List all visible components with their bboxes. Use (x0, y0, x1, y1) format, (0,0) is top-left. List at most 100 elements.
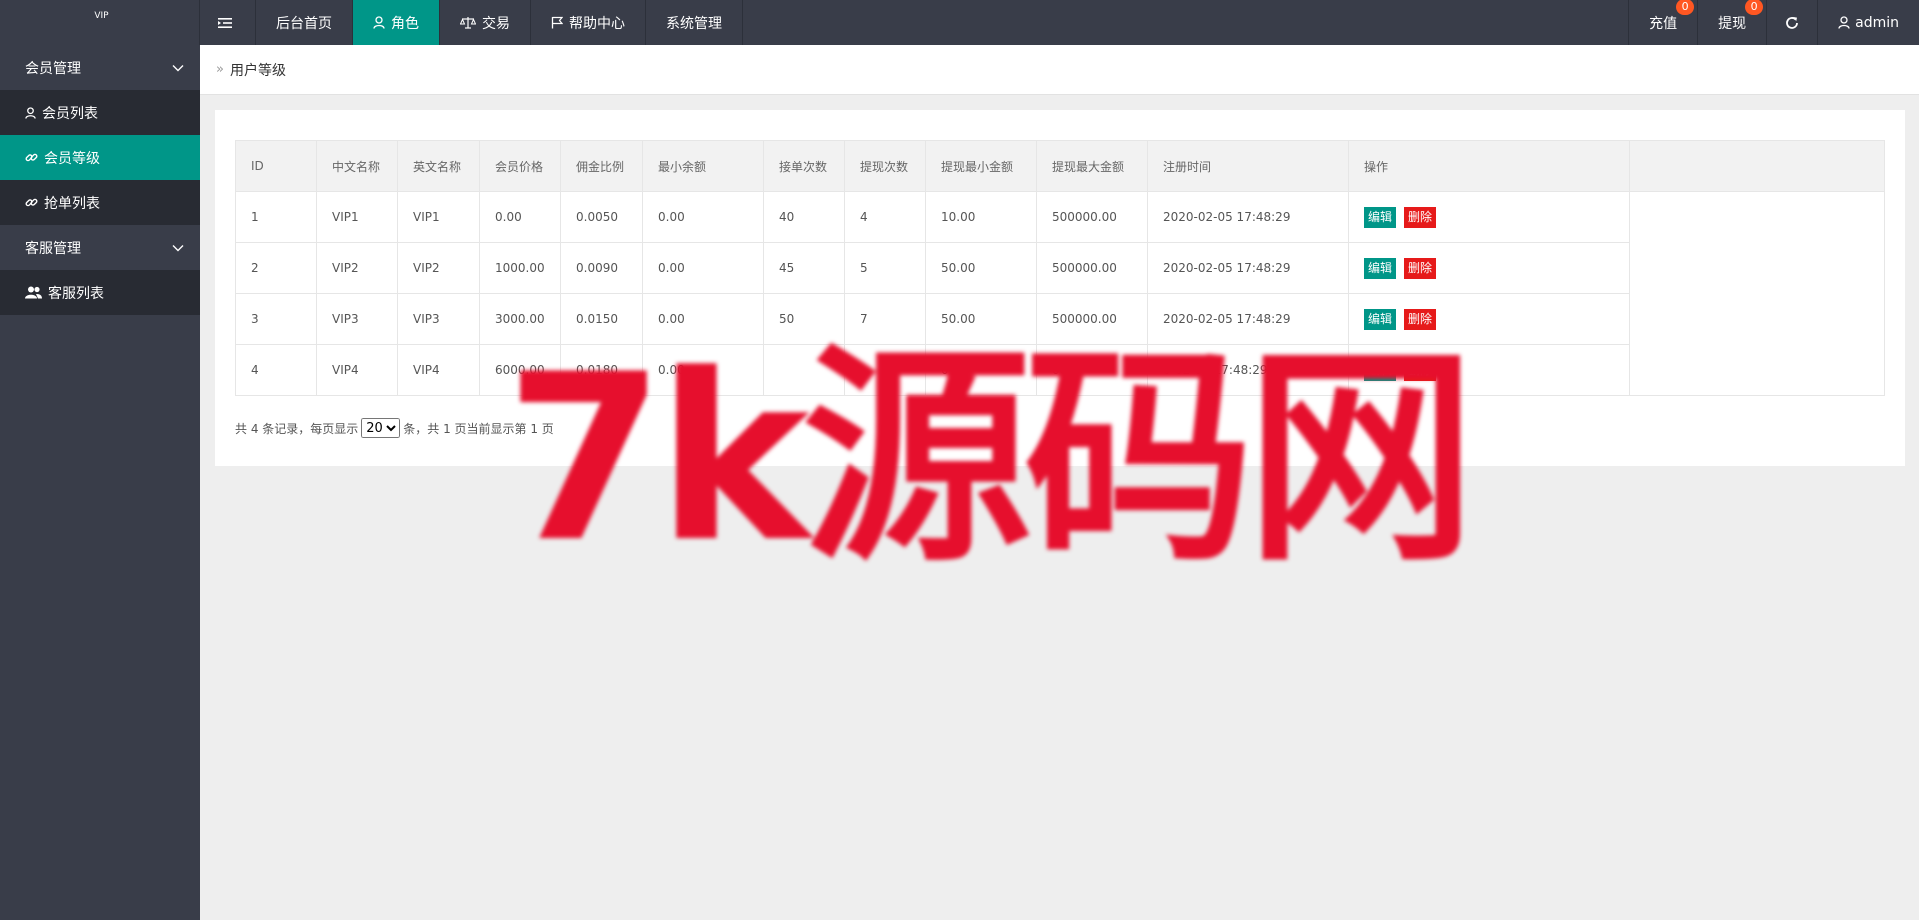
col-header-id: ID (235, 140, 317, 192)
edit-button[interactable]: 编辑 (1364, 257, 1397, 279)
cell: VIP2 (316, 242, 398, 294)
withdraw-count-badge: 0 (1745, 0, 1764, 15)
delete-button[interactable]: 删除 (1404, 359, 1437, 381)
cell: 40 (763, 191, 845, 243)
cell: 2020-02-05 17:48:29 (1147, 242, 1349, 294)
cell: 50.00 (925, 242, 1037, 294)
cell: 5 (844, 242, 926, 294)
pagination-suffix: 条，共 1 页当前显示第 1 页 (403, 421, 554, 436)
cell: 7 (844, 293, 926, 345)
edit-button[interactable]: 编辑 (1364, 359, 1397, 381)
users-icon (25, 286, 42, 299)
table-row: 4 VIP4 VIP4 6000.00 0.0180 0.00 0 00 0-0… (235, 344, 1885, 396)
chevron-down-icon (172, 64, 184, 71)
page-size-select[interactable]: 20 (361, 418, 401, 438)
nav-system-label: 系统管理 (666, 15, 722, 32)
cell: 500000.00 (1036, 242, 1148, 294)
sidebar-item-label: 会员列表 (42, 105, 98, 122)
sidebar-item-label: 抢单列表 (44, 195, 100, 212)
cell: 0.00 (642, 191, 764, 243)
logo-superscript: VIP (94, 11, 109, 21)
sidebar-item-grab-orders[interactable]: 抢单列表 (0, 180, 200, 225)
cell: 0 (925, 344, 1037, 396)
delete-button[interactable]: 删除 (1404, 308, 1437, 330)
col-header-order-count: 接单次数 (763, 140, 845, 192)
actions-cell: 编辑 删除 (1348, 293, 1630, 345)
nav-help[interactable]: 帮助中心 (531, 0, 646, 45)
cell: 1000.00 (479, 242, 561, 294)
cell: 3000.00 (479, 293, 561, 345)
cell (763, 344, 845, 396)
pagination: 共 4 条记录，每页显示 20 条，共 1 页当前显示第 1 页 (235, 418, 554, 438)
user-menu[interactable]: admin (1817, 0, 1919, 45)
sidebar-toggle-button[interactable] (200, 0, 256, 45)
empty-cell (1629, 191, 1885, 243)
empty-cell (1629, 293, 1885, 345)
col-header-min-balance: 最小余额 (642, 140, 764, 192)
cell: VIP4 (316, 344, 398, 396)
sidebar-item-label: 会员等级 (44, 150, 100, 167)
cell: 50.00 (925, 293, 1037, 345)
nav-help-label: 帮助中心 (569, 15, 625, 32)
cell: 0.0150 (560, 293, 643, 345)
menu-toggle-icon (217, 17, 232, 28)
edit-button[interactable]: 编辑 (1364, 308, 1397, 330)
cell: 2020-02-05 17:48:29 (1147, 293, 1349, 345)
member-level-table: ID 中文名称 英文名称 会员价格 佣金比例 最小余额 接单次数 提现次数 提现… (235, 140, 1885, 396)
logo[interactable]: VIP VIP (0, 0, 229, 66)
delete-button[interactable]: 删除 (1404, 206, 1437, 228)
cell: VIP3 (397, 293, 480, 345)
col-header-price: 会员价格 (479, 140, 561, 192)
recharge-count-badge: 0 (1676, 0, 1695, 15)
sidebar: 会员管理 会员列表 会员等级 抢单列表 客服管理 客服列表 (0, 45, 200, 920)
top-header: VIP VIP 后台首页 角色 (0, 0, 1919, 66)
chevron-down-icon (172, 244, 184, 251)
link-icon (25, 198, 38, 207)
col-header-en-name: 英文名称 (397, 140, 480, 192)
refresh-button[interactable] (1766, 0, 1817, 45)
col-header-withdraw-max: 提现最大金额 (1036, 140, 1148, 192)
table-row: 1 VIP1 VIP1 0.00 0.0050 0.00 40 4 10.00 … (235, 191, 1885, 243)
actions-cell: 编辑 删除 (1348, 344, 1630, 396)
withdraw-button[interactable]: 提现 0 (1697, 0, 1766, 45)
cell: 2 (235, 242, 317, 294)
nav-trade[interactable]: 交易 (440, 0, 531, 45)
table-row: 3 VIP3 VIP3 3000.00 0.0150 0.00 50 7 50.… (235, 293, 1885, 345)
edit-button[interactable]: 编辑 (1364, 206, 1397, 228)
col-header-register-time: 注册时间 (1147, 140, 1349, 192)
empty-cell (1629, 242, 1885, 294)
cell: 500000.00 (1036, 191, 1148, 243)
flag-icon (551, 16, 563, 29)
cell: 0.00 (642, 293, 764, 345)
col-header-withdraw-min: 提现最小金额 (925, 140, 1037, 192)
refresh-icon (1786, 16, 1799, 29)
nav-role-label: 角色 (391, 15, 419, 32)
cell: 0-02-05 17:48:29 (1147, 344, 1349, 396)
cell: 0.00 (479, 191, 561, 243)
nav-role[interactable]: 角色 (353, 0, 440, 45)
cell: 00 (1036, 344, 1148, 396)
cell: 10.00 (925, 191, 1037, 243)
nav-system[interactable]: 系统管理 (646, 0, 743, 45)
sidebar-item-member-level[interactable]: 会员等级 (0, 135, 200, 180)
pagination-prefix: 共 4 条记录，每页显示 (235, 421, 359, 436)
nav-home[interactable]: 后台首页 (256, 0, 353, 45)
col-header-cn-name: 中文名称 (316, 140, 398, 192)
sidebar-group-members[interactable]: 会员管理 (0, 45, 200, 90)
cell: VIP4 (397, 344, 480, 396)
sidebar-item-service-list[interactable]: 客服列表 (0, 270, 200, 315)
content-panel: ID 中文名称 英文名称 会员价格 佣金比例 最小余额 接单次数 提现次数 提现… (215, 110, 1905, 466)
cell: 6000.00 (479, 344, 561, 396)
nav-trade-label: 交易 (482, 15, 510, 32)
col-header-withdraw-count: 提现次数 (844, 140, 926, 192)
cell: 0.0180 (560, 344, 643, 396)
col-header-commission: 佣金比例 (560, 140, 643, 192)
sidebar-item-member-list[interactable]: 会员列表 (0, 90, 200, 135)
delete-button[interactable]: 删除 (1404, 257, 1437, 279)
breadcrumb-current: 用户等级 (229, 62, 286, 79)
breadcrumb-separator-icon: » (216, 62, 224, 77)
table-header-row: ID 中文名称 英文名称 会员价格 佣金比例 最小余额 接单次数 提现次数 提现… (235, 140, 1885, 192)
actions-cell: 编辑 删除 (1348, 191, 1630, 243)
sidebar-group-service[interactable]: 客服管理 (0, 225, 200, 270)
recharge-button[interactable]: 充值 0 (1628, 0, 1697, 45)
